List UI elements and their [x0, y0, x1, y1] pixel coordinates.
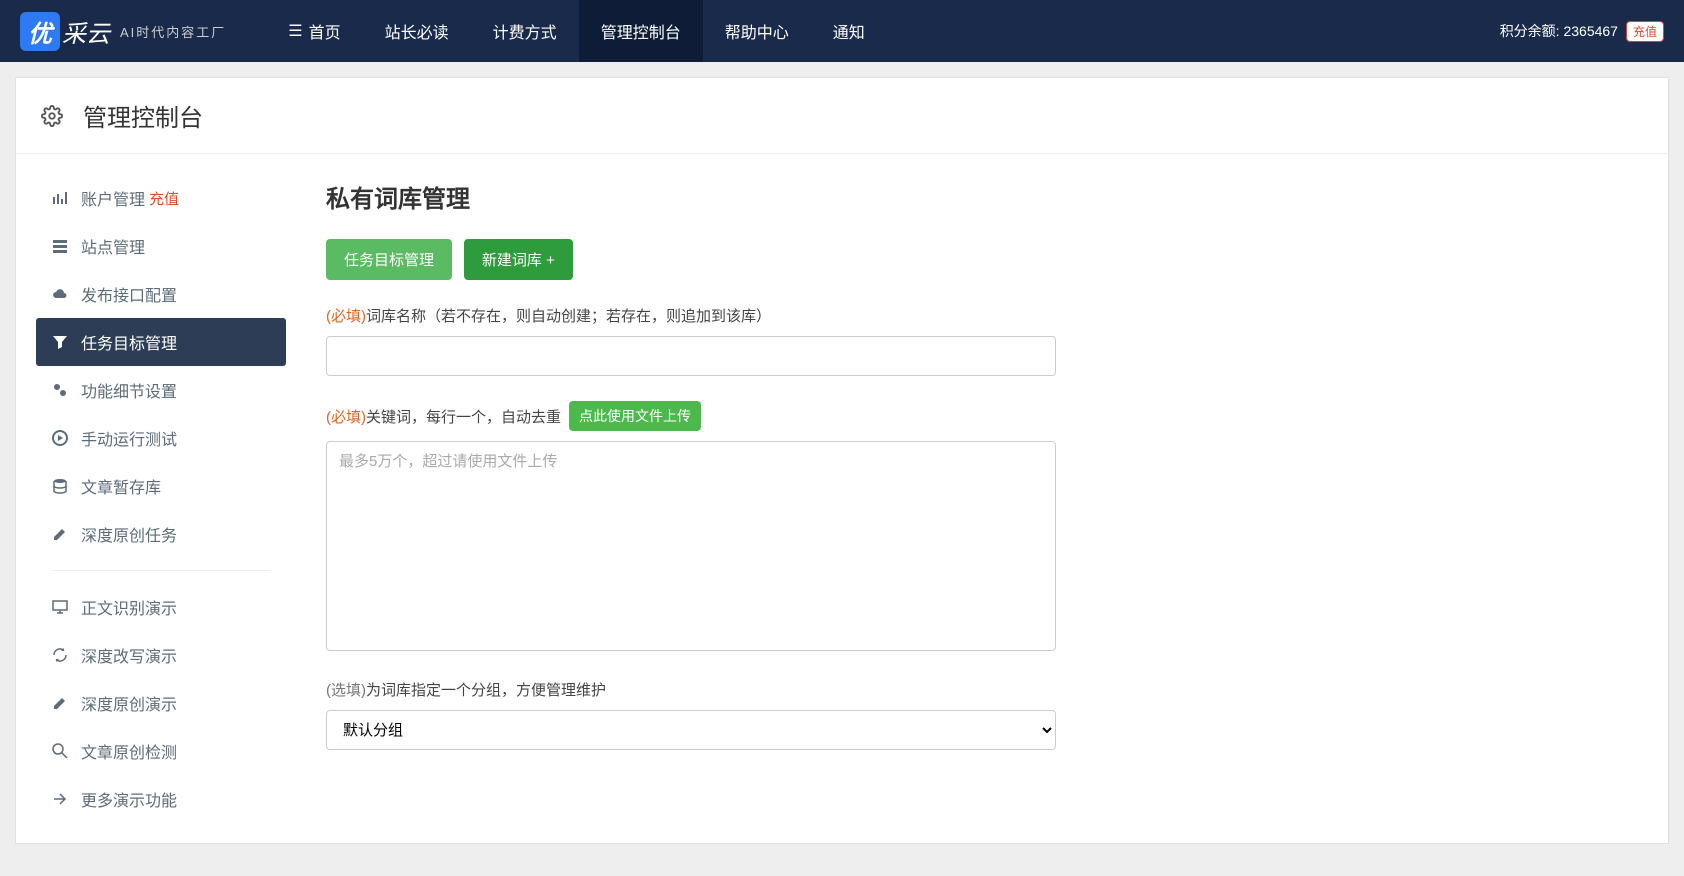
logo-badge: 优 — [20, 12, 60, 51]
sidebar: 账户管理 充值 站点管理 发布接口配置 任务目标管理 功能细节设置 — [16, 154, 286, 843]
filter-icon — [51, 334, 69, 350]
keywords-label-row: (必填)关键词，每行一个，自动去重 点此使用文件上传 — [326, 401, 1628, 431]
sidebar-item-task-target[interactable]: 任务目标管理 — [36, 318, 286, 366]
nav-help[interactable]: 帮助中心 — [703, 0, 811, 62]
main-title: 私有词库管理 — [326, 179, 1628, 214]
nav-webmaster[interactable]: 站长必读 — [363, 0, 471, 62]
thesaurus-name-label: (必填)词库名称（若不存在，则自动创建；若存在，则追加到该库） — [326, 305, 1628, 326]
thesaurus-name-input[interactable] — [326, 336, 1056, 376]
keywords-textarea[interactable] — [326, 441, 1056, 651]
panel-header: 管理控制台 — [16, 78, 1668, 154]
sidebar-item-text-recognition[interactable]: 正文识别演示 — [36, 583, 286, 631]
sidebar-item-plagiarism-check[interactable]: 文章原创检测 — [36, 727, 286, 775]
refresh-icon — [51, 647, 69, 663]
sidebar-item-storage[interactable]: 文章暂存库 — [36, 462, 286, 510]
main-panel: 管理控制台 账户管理 充值 站点管理 发布接口配置 — [15, 77, 1669, 844]
logo-text: 采云 — [62, 14, 110, 49]
sidebar-item-rewrite-demo[interactable]: 深度改写演示 — [36, 631, 286, 679]
file-upload-button[interactable]: 点此使用文件上传 — [569, 401, 701, 431]
database-icon — [51, 478, 69, 494]
cogs-icon — [51, 382, 69, 398]
sidebar-item-account[interactable]: 账户管理 充值 — [36, 174, 286, 222]
group-label: (选填)为词库指定一个分组，方便管理维护 — [326, 679, 1628, 700]
sidebar-item-manual-run[interactable]: 手动运行测试 — [36, 414, 286, 462]
share-icon — [51, 791, 69, 807]
sidebar-item-deep-original-task[interactable]: 深度原创任务 — [36, 510, 286, 558]
keywords-label: (必填)关键词，每行一个，自动去重 — [326, 406, 561, 427]
play-icon — [51, 430, 69, 446]
sidebar-divider — [51, 570, 271, 571]
credits-display: 积分余额: 2365467 — [1500, 21, 1618, 41]
recharge-button[interactable]: 充值 — [1626, 21, 1664, 42]
new-thesaurus-button[interactable]: 新建词库 + — [464, 239, 573, 280]
cloud-icon — [51, 286, 69, 302]
grid-icon — [51, 238, 69, 254]
sidebar-item-settings[interactable]: 功能细节设置 — [36, 366, 286, 414]
sidebar-item-more-demos[interactable]: 更多演示功能 — [36, 775, 286, 823]
sidebar-item-publish[interactable]: 发布接口配置 — [36, 270, 286, 318]
group-select[interactable]: 默认分组 — [326, 710, 1056, 750]
top-nav: 优 采云 AI时代内容工厂 ☰首页 站长必读 计费方式 管理控制台 帮助中心 通… — [0, 0, 1684, 62]
logo[interactable]: 优 采云 AI时代内容工厂 — [20, 12, 226, 51]
nav-notifications[interactable]: 通知 — [811, 0, 887, 62]
edit-icon — [51, 526, 69, 542]
recharge-tag: 充值 — [149, 188, 179, 209]
search-icon — [51, 743, 69, 759]
monitor-icon — [51, 599, 69, 615]
nav-billing[interactable]: 计费方式 — [471, 0, 579, 62]
sidebar-item-site[interactable]: 站点管理 — [36, 222, 286, 270]
edit-icon — [51, 695, 69, 711]
logo-subtitle: AI时代内容工厂 — [120, 22, 226, 41]
gear-icon — [41, 105, 63, 127]
button-row: 任务目标管理 新建词库 + — [326, 239, 1628, 280]
main-content: 私有词库管理 任务目标管理 新建词库 + (必填)词库名称（若不存在，则自动创建… — [286, 154, 1668, 843]
panel-title: 管理控制台 — [83, 98, 203, 133]
bars-icon — [51, 190, 69, 206]
sidebar-item-original-demo[interactable]: 深度原创演示 — [36, 679, 286, 727]
nav-home[interactable]: ☰首页 — [266, 0, 362, 62]
nav-links: ☰首页 站长必读 计费方式 管理控制台 帮助中心 通知 — [266, 0, 886, 62]
task-target-manage-button[interactable]: 任务目标管理 — [326, 239, 452, 280]
list-icon: ☰ — [288, 21, 302, 41]
nav-console[interactable]: 管理控制台 — [579, 0, 703, 62]
